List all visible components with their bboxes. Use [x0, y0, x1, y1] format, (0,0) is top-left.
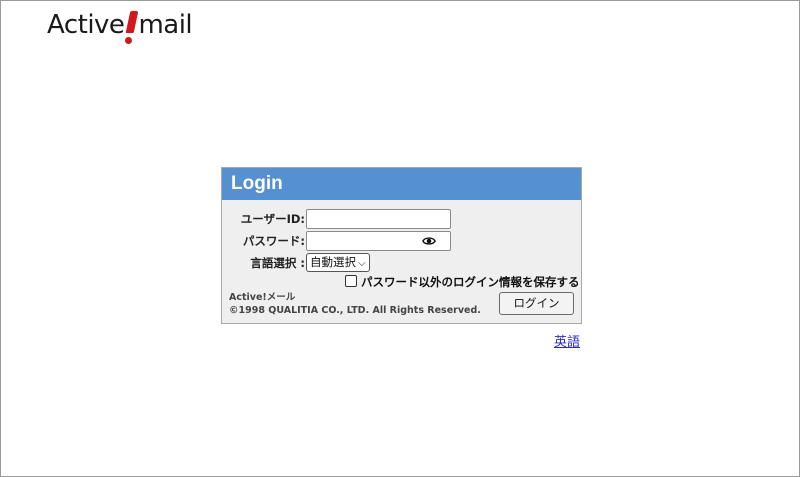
user-id-input[interactable]	[306, 209, 451, 229]
password-label: パスワード:	[242, 234, 305, 248]
footer-copyright: ©1998 QUALITIA CO., LTD. All Rights Rese…	[229, 305, 481, 316]
save-login-info-checkbox[interactable]	[345, 275, 357, 287]
english-language-link[interactable]: 英語	[554, 331, 580, 350]
show-password-eye-icon[interactable]	[422, 234, 436, 248]
panel-footer: Active!メール ©1998 QUALITIA CO., LTD. All …	[229, 291, 481, 317]
save-login-info-row: パスワード以外のログイン情報を保存する	[345, 274, 580, 290]
login-panel: Login ユーザーID: パスワード: 言語選択 : 自動選択 ⌵ パスワード以…	[221, 167, 582, 324]
language-row: 言語選択 : 自動選択 ⌵	[222, 253, 581, 273]
user-id-label: ユーザーID:	[240, 212, 305, 226]
chevron-down-icon: ⌵	[358, 258, 366, 269]
language-select-value: 自動選択	[310, 255, 356, 269]
login-button[interactable]: ログイン	[499, 292, 574, 315]
page-frame: Active mail Login ユーザーID: パスワード: 言語選択 : 自…	[0, 0, 800, 477]
logo-text-active: Active	[47, 10, 125, 40]
login-title: Login	[222, 168, 581, 200]
footer-app-name: Active!メール	[229, 292, 296, 303]
save-login-info-label: パスワード以外のログイン情報を保存する	[361, 275, 580, 289]
active-mail-logo: Active mail	[47, 7, 193, 53]
logo-exclamation-icon	[125, 7, 139, 44]
language-label: 言語選択 :	[250, 256, 305, 270]
logo-text-mail: mail	[138, 10, 193, 40]
user-id-row: ユーザーID:	[222, 209, 581, 229]
language-select[interactable]: 自動選択 ⌵	[306, 253, 370, 272]
password-row: パスワード:	[222, 231, 581, 251]
